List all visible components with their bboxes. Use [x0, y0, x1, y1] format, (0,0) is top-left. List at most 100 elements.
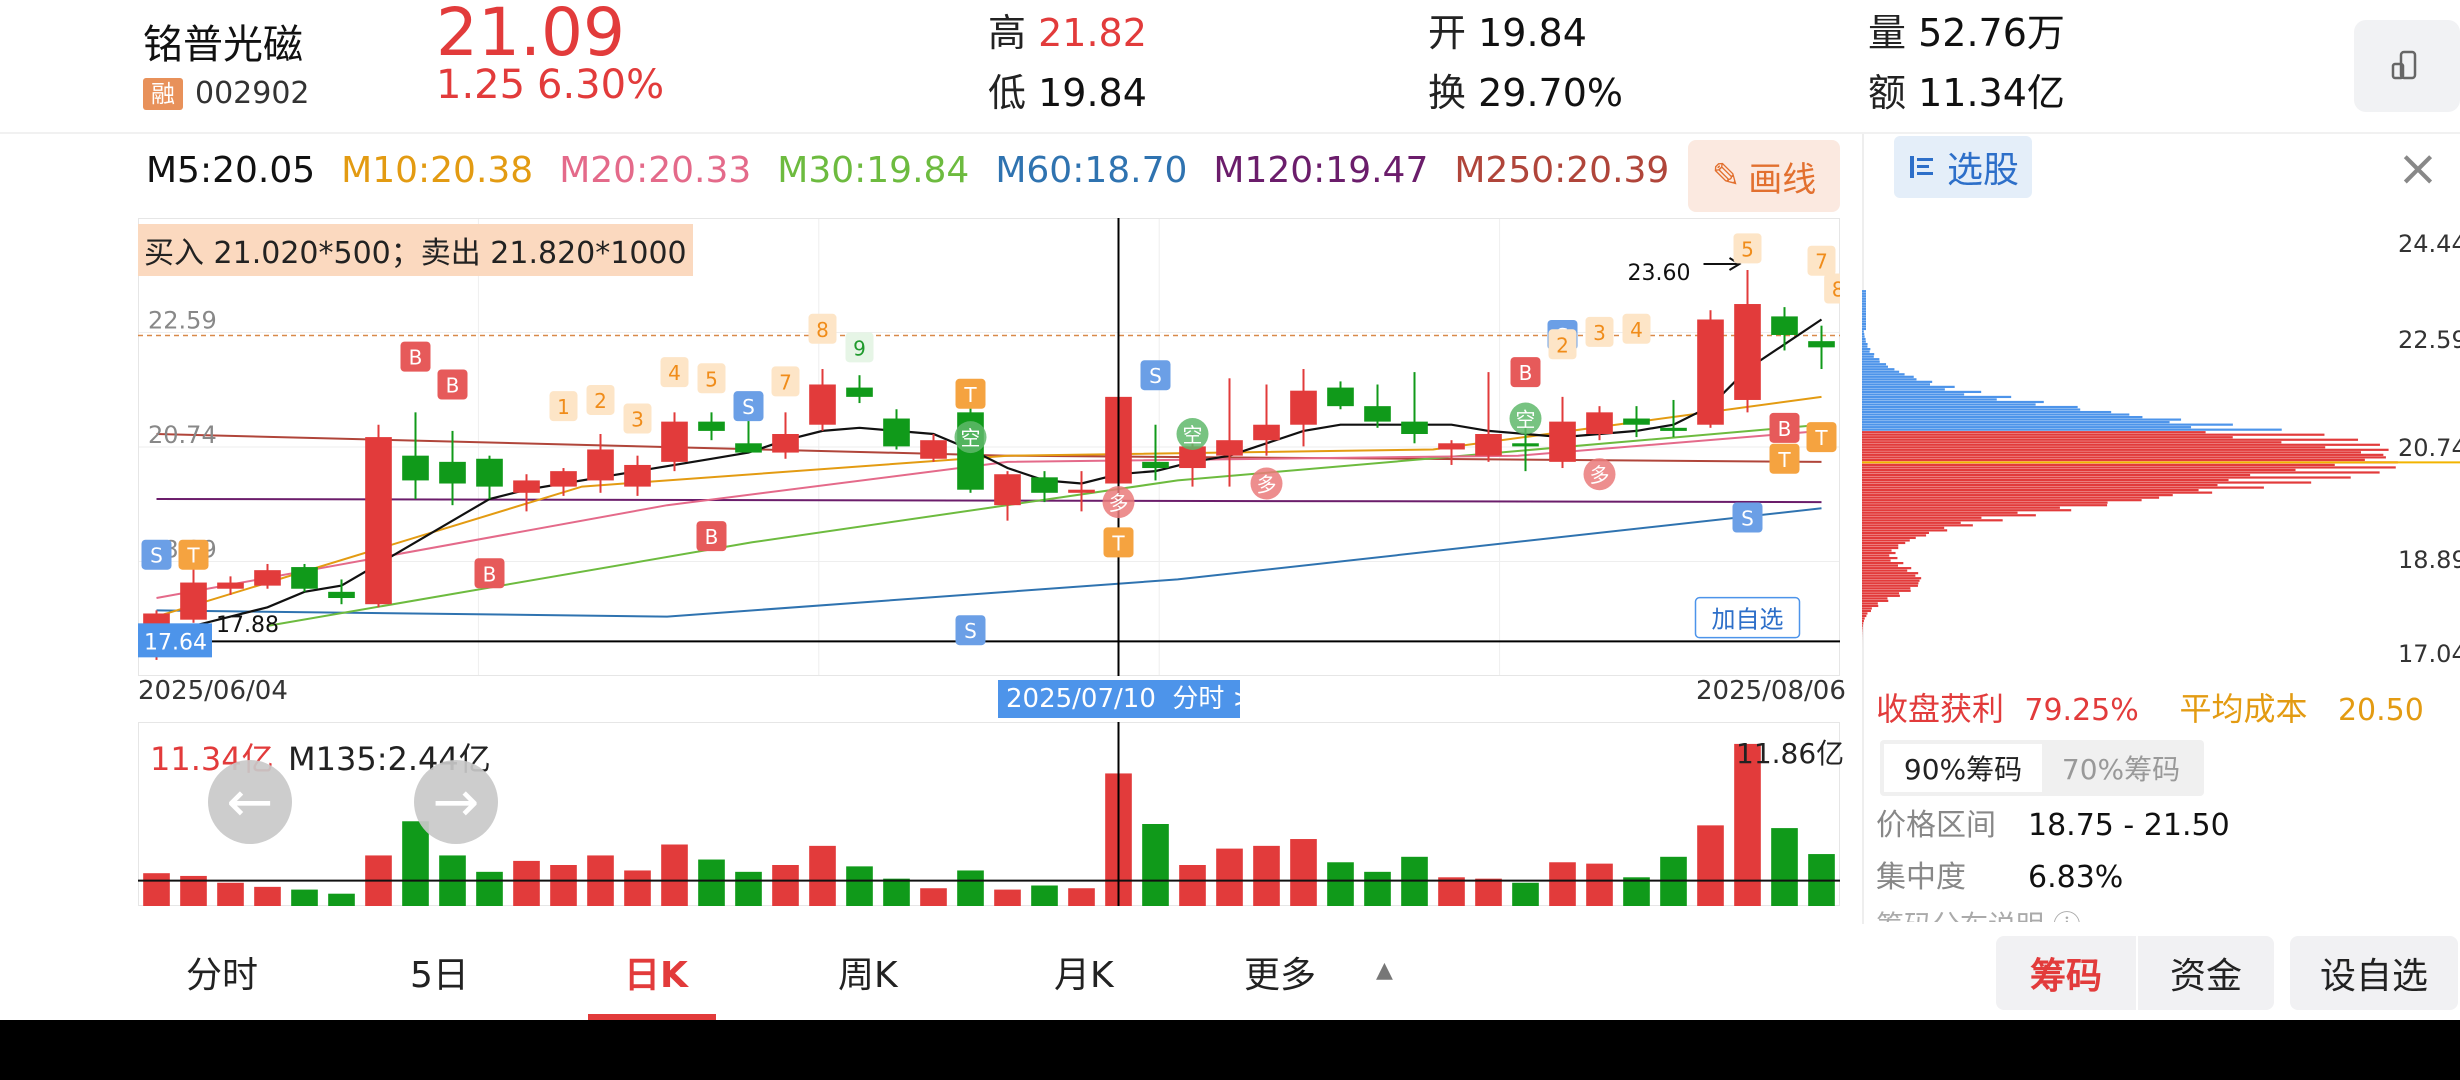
volume-bar — [291, 889, 318, 906]
tab-90-chips[interactable]: 90%筹码 — [1884, 744, 2042, 792]
volume-bar — [1327, 862, 1354, 906]
candle-body — [809, 384, 836, 425]
landscape-toggle-button[interactable] — [2354, 20, 2460, 112]
chip-bar — [1862, 421, 2170, 424]
td-count-text: 8 — [816, 318, 829, 342]
stat-high: 高 21.82 — [988, 11, 1147, 55]
chip-bar — [1862, 290, 1866, 293]
chip-bar — [1862, 521, 1961, 524]
tab-daily-k[interactable]: 日K — [624, 946, 688, 998]
volume-max: 11.86亿 — [1736, 737, 1845, 770]
signal-badge-text: T — [1777, 448, 1791, 472]
candle-body — [402, 455, 429, 481]
tab-more[interactable]: 更多 — [1244, 946, 1316, 998]
volume-bar — [328, 893, 355, 906]
chip-bar — [1862, 335, 1865, 338]
chart-grid — [138, 218, 1840, 676]
chip-bar — [1862, 353, 1875, 356]
chip-bar — [1862, 426, 2192, 429]
caret-up-icon[interactable]: ▲ — [1376, 958, 1393, 983]
chip-bar — [1862, 587, 1911, 590]
stat-open: 开 19.84 — [1428, 11, 1587, 55]
signal-badge-text: 多 — [1257, 473, 1277, 497]
candle-body — [1549, 421, 1576, 462]
chip-bar — [1862, 526, 1945, 529]
chip-bar — [1862, 322, 1866, 326]
tab-intraday[interactable]: 分时 — [186, 946, 258, 998]
volume-bar — [1475, 878, 1502, 906]
candle-body — [735, 443, 762, 453]
intraday-link[interactable]: 分时 > — [1172, 684, 1254, 714]
chip-percent-tabs: 90%筹码 70%筹码 — [1880, 740, 2204, 796]
tab-weekly-k[interactable]: 周K — [838, 946, 898, 998]
stat-low: 低 19.84 — [988, 71, 1147, 115]
chip-bar — [1862, 473, 2251, 477]
chip-bar — [1862, 292, 1866, 295]
chip-bar — [1862, 524, 1973, 527]
chip-bar — [1862, 400, 2044, 404]
chip-bar — [1862, 337, 1866, 341]
chip-bar — [1862, 403, 2036, 406]
chip-help-link[interactable]: 筹码分布说明 ⓘ — [1876, 904, 2081, 922]
chip-bar — [1862, 541, 1906, 545]
tab-5day[interactable]: 5日 — [410, 946, 469, 998]
arrow-left-icon: ← — [226, 769, 274, 835]
signal-badge-text: B — [1778, 417, 1792, 441]
chip-bar — [1862, 562, 1904, 565]
candle-body — [846, 387, 873, 397]
chip-bar — [1862, 370, 1900, 373]
chip-bar — [1862, 514, 2036, 517]
chip-bar — [1862, 327, 1866, 331]
candle-body — [883, 418, 910, 447]
chips-button[interactable]: 筹码 — [1996, 936, 2136, 1010]
avg-cost-label: 平均成本 — [2179, 690, 2308, 728]
dist-y-label-3: 20.74 — [2398, 434, 2460, 462]
volume-bar — [661, 844, 688, 906]
chip-bar — [1862, 405, 2078, 409]
tab-monthly-k[interactable]: 月K — [1054, 946, 1114, 998]
signal-badge-text: S — [1741, 507, 1754, 531]
candle-body — [1808, 341, 1835, 348]
chip-bar — [1862, 345, 1868, 348]
chip-bar — [1862, 433, 2325, 436]
y-axis-label: 20.74 — [148, 421, 217, 449]
chip-bar — [1862, 466, 2396, 469]
funds-button[interactable]: 资金 — [2138, 936, 2274, 1010]
chip-bar — [1862, 592, 1900, 595]
signal-badge-text: B — [409, 346, 423, 370]
candle-body — [513, 480, 540, 493]
chip-bar — [1862, 483, 2218, 487]
close-icon[interactable]: × — [2390, 139, 2446, 197]
scroll-right-button[interactable]: → — [414, 760, 498, 844]
signal-badge-text: 多 — [1109, 491, 1129, 515]
td-count-text: 2 — [1556, 333, 1569, 357]
stock-code: 002902 — [195, 76, 310, 111]
volume-bar — [1253, 845, 1280, 906]
chip-bar — [1862, 519, 2003, 522]
stock-screener-button[interactable]: 选股 — [1894, 136, 2032, 198]
crosshair-date-link[interactable]: 2025/07/10 分时 > — [998, 680, 1254, 718]
candle-body — [1697, 319, 1724, 425]
kline-chart[interactable]: 22.5920.7418.8917.6417.8823.60STBBBBSSTS… — [138, 218, 1840, 676]
volume-bar — [809, 845, 836, 906]
tab-70-chips[interactable]: 70%筹码 — [2042, 744, 2200, 792]
active-tab-indicator — [588, 1014, 716, 1020]
candle-body — [772, 434, 799, 453]
add-watchlist-button[interactable]: 设自选 — [2290, 936, 2458, 1010]
scroll-left-button[interactable]: ← — [208, 760, 292, 844]
chip-bar — [1862, 609, 1871, 613]
volume-bar — [883, 878, 910, 906]
signal-badge-text: T — [963, 383, 977, 407]
chip-bar — [1862, 504, 2108, 507]
chip-bar — [1862, 516, 1982, 519]
volume-bar — [1586, 863, 1613, 906]
volume-bar — [1549, 862, 1576, 906]
chip-bar — [1862, 332, 1865, 336]
chip-bar — [1862, 481, 2312, 484]
chip-bar — [1862, 556, 1898, 560]
chip-bar — [1862, 363, 1887, 366]
chip-bar — [1862, 310, 1866, 313]
draw-line-button[interactable]: ✎ 画线 — [1688, 140, 1840, 212]
chip-bar — [1862, 413, 2130, 416]
candle-body — [1216, 440, 1243, 456]
